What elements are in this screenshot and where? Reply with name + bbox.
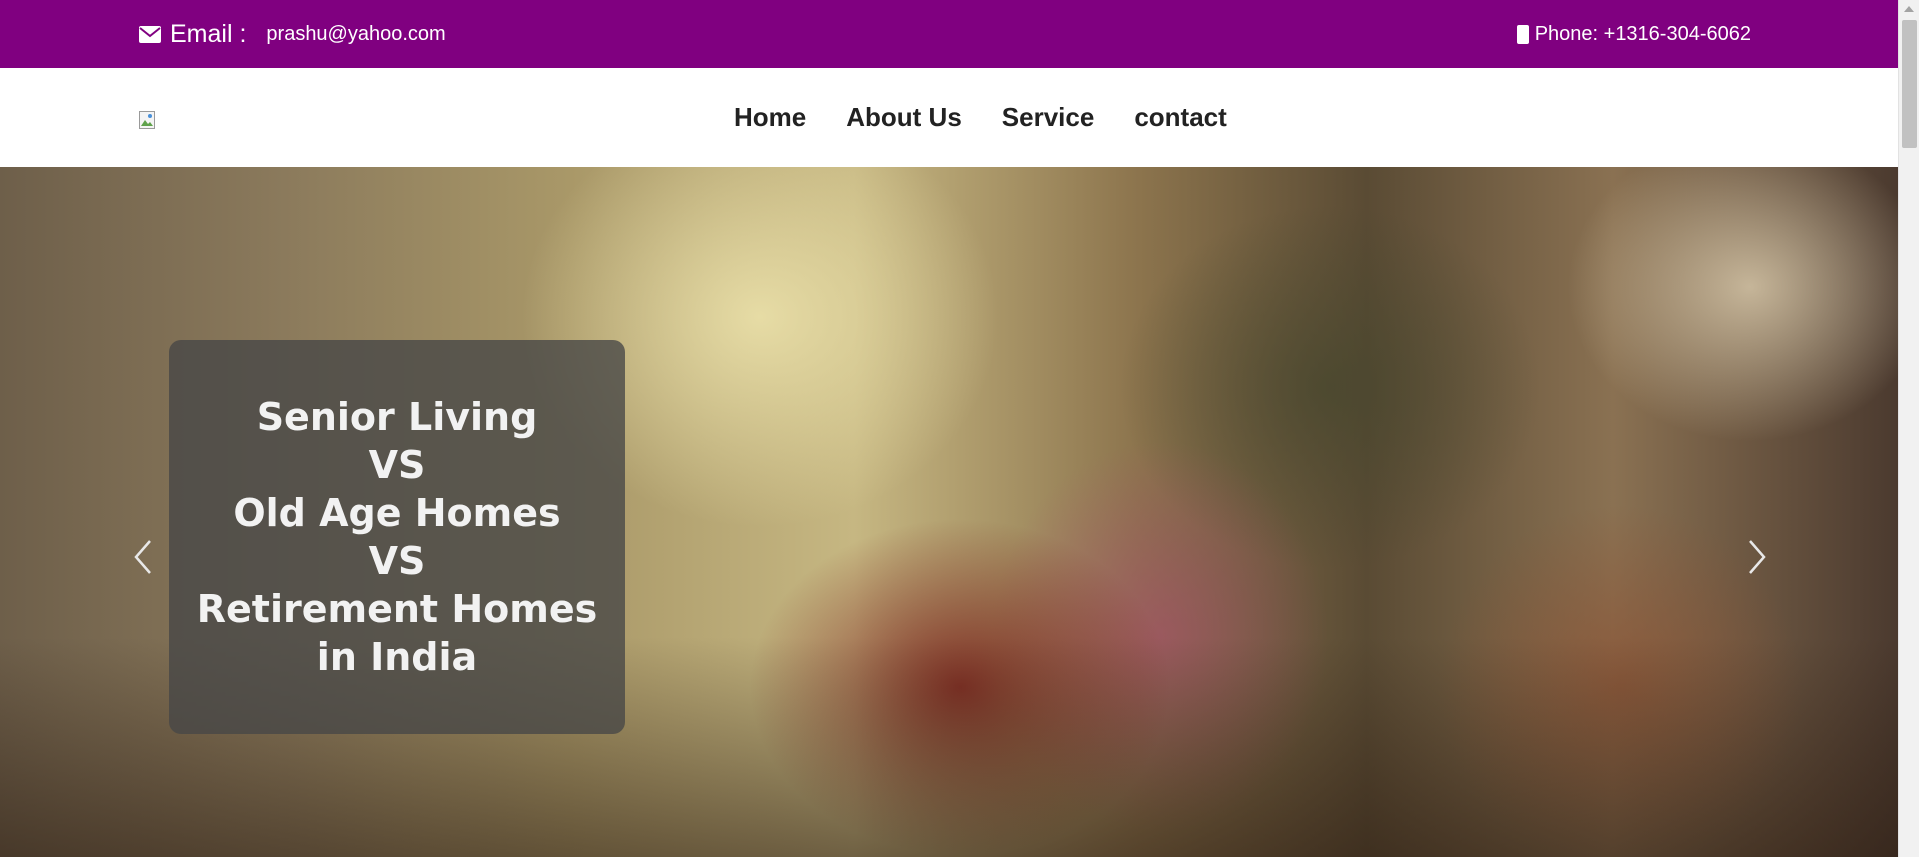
page-scrollbar[interactable] — [1898, 0, 1919, 857]
nav-about-us[interactable]: About Us — [846, 102, 962, 133]
mobile-phone-icon — [1516, 24, 1529, 44]
caption-line: VS — [368, 443, 426, 487]
contact-topbar: Email : prashu@yahoo.com Phone: +1316-30… — [0, 0, 1898, 68]
email-label: Email : — [170, 19, 247, 48]
hero-caption-box: Senior Living VS Old Age Homes VS Retire… — [169, 340, 625, 734]
page: Email : prashu@yahoo.com Phone: +1316-30… — [0, 0, 1898, 857]
scroll-thumb[interactable] — [1902, 20, 1917, 148]
nav-contact[interactable]: contact — [1134, 102, 1226, 133]
chevron-left-icon[interactable] — [128, 537, 158, 577]
phone-contact: Phone: +1316-304-6062 — [1516, 0, 1751, 68]
scroll-up-arrow-icon[interactable] — [1904, 6, 1914, 12]
nav-menu: Home About Us Service contact — [714, 68, 1247, 167]
main-navbar: Home About Us Service contact — [0, 68, 1898, 167]
nav-home[interactable]: Home — [734, 102, 806, 133]
nav-service[interactable]: Service — [1002, 102, 1095, 133]
caption-line: in India — [316, 635, 478, 679]
broken-image-icon[interactable] — [139, 111, 159, 131]
caption-line: Retirement Homes — [196, 587, 598, 631]
envelope-icon — [139, 25, 161, 43]
caption-line: Old Age Homes — [233, 491, 561, 535]
phone-text[interactable]: Phone: +1316-304-6062 — [1535, 23, 1751, 46]
email-link[interactable]: prashu@yahoo.com — [266, 23, 445, 46]
caption-line: VS — [368, 539, 426, 583]
hero-caption: Senior Living VS Old Age Homes VS Retire… — [197, 393, 597, 681]
hero-carousel: Senior Living VS Old Age Homes VS Retire… — [0, 167, 1898, 857]
email-contact: Email : prashu@yahoo.com — [139, 0, 446, 68]
caption-line: Senior Living — [256, 395, 538, 439]
chevron-right-icon[interactable] — [1742, 537, 1772, 577]
